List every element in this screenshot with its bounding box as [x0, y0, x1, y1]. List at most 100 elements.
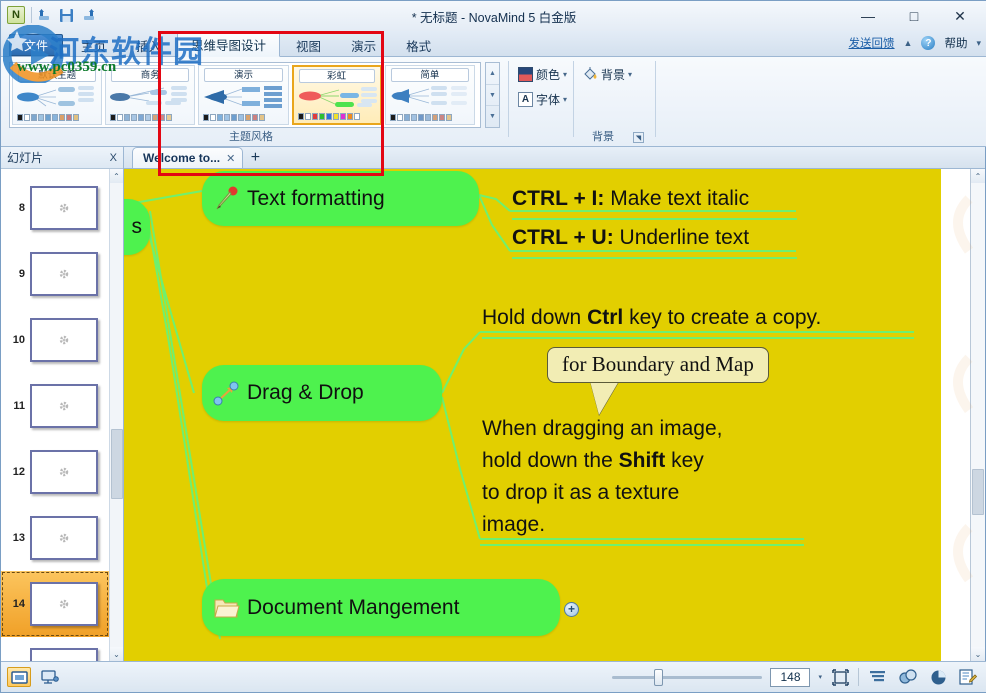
theme-gallery[interactable]: 默认主题 商务 演示 彩虹 简单 — [9, 62, 481, 128]
tab-format[interactable]: 格式 — [392, 34, 445, 57]
list-item[interactable]: 12 — [1, 439, 109, 505]
slide-thumbnail[interactable] — [30, 384, 98, 428]
document-tab-welcome[interactable]: Welcome to... ✕ — [132, 147, 244, 168]
node-text-formatting[interactable]: Text formatting — [202, 171, 479, 226]
scroll-up-icon[interactable]: ⌃ — [110, 169, 123, 183]
tab-present[interactable]: 演示 — [337, 34, 390, 57]
list-item[interactable]: 11 — [1, 373, 109, 439]
text-texture-line3[interactable]: to drop it as a texture — [482, 480, 679, 507]
chevron-down-icon[interactable]: ▾ — [563, 95, 567, 104]
file-menu-button[interactable]: 文件 — [9, 34, 63, 56]
text-ctrl-underline[interactable]: CTRL + U: Underline text — [512, 225, 749, 252]
background-button[interactable]: 背景 ▾ — [577, 63, 637, 85]
text-ctrl-italic[interactable]: CTRL + I: Make text italic — [512, 186, 749, 213]
zoom-chevron-down-icon[interactable]: ▾ — [818, 673, 822, 681]
zoom-slider-handle[interactable] — [654, 668, 664, 686]
slide-thumbnail[interactable] — [30, 516, 98, 560]
scrollbar-thumb[interactable] — [111, 429, 123, 499]
slide-thumbnail[interactable] — [30, 582, 98, 626]
font-button[interactable]: A 字体 ▾ — [513, 88, 572, 110]
slide-thumbnail[interactable] — [30, 252, 98, 296]
zoom-slider[interactable] — [612, 668, 763, 686]
gallery-scrollbar[interactable]: ▲ ▼ ▼ — [485, 62, 500, 128]
chevron-down-icon[interactable]: ▾ — [563, 70, 567, 79]
fit-to-window-button[interactable] — [830, 668, 850, 686]
text-part: Make text italic — [604, 187, 750, 210]
document-tab-close-icon[interactable]: ✕ — [226, 152, 235, 165]
slide-list[interactable]: 8 9 10 11 12 13 14 — [1, 169, 109, 661]
slide-thumbnail[interactable] — [30, 648, 98, 661]
list-item[interactable]: 15 — [1, 637, 109, 661]
minimize-button[interactable]: — — [845, 2, 891, 30]
close-button[interactable]: ✕ — [937, 2, 983, 30]
color-button[interactable]: 颜色 ▾ — [513, 63, 572, 85]
theme-name-label: 商务 — [111, 68, 190, 82]
help-icon[interactable]: ? — [921, 36, 936, 50]
color-button-label: 颜色 — [536, 67, 561, 82]
slide-number: 10 — [12, 334, 25, 346]
callout-boundary-map[interactable]: for Boundary and Map — [547, 347, 769, 383]
collapse-ribbon-icon[interactable]: ▲ — [904, 38, 913, 48]
slide-thumbnail[interactable] — [30, 318, 98, 362]
tab-insert[interactable]: 插入 — [122, 34, 175, 57]
list-item[interactable]: 13 — [1, 505, 109, 571]
help-label[interactable]: 帮助 — [944, 35, 967, 51]
slide-panel-close-icon[interactable]: X — [110, 152, 117, 164]
list-item[interactable]: 10 — [1, 307, 109, 373]
text-part-bold: CTRL + U: — [512, 226, 614, 249]
theme-preview — [16, 84, 101, 110]
status-bar: 148 ▾ — [1, 661, 986, 692]
outline-icon[interactable] — [867, 667, 889, 687]
node-drag-drop[interactable]: Drag & Drop — [202, 365, 442, 421]
theme-card-simple[interactable]: 简单 — [384, 65, 475, 125]
text-texture-line2[interactable]: hold down the Shift key — [482, 448, 704, 475]
presenter-view-button[interactable] — [38, 667, 62, 687]
zoom-value-input[interactable]: 148 — [770, 667, 811, 687]
slide-panel-scrollbar[interactable]: ⌃ ⌄ — [109, 169, 123, 661]
chevron-down-icon[interactable]: ▾ — [628, 70, 632, 79]
mindmap-canvas[interactable]: s Text formatting Drag & Drop Document M… — [124, 169, 941, 661]
scrollbar-thumb[interactable] — [972, 469, 984, 515]
maximize-button[interactable]: □ — [891, 2, 937, 30]
canvas-scrollbar[interactable]: ⌃ ⌄ — [953, 169, 985, 661]
folder-icon — [212, 594, 240, 622]
gallery-scroll-down-icon[interactable]: ▼ — [486, 85, 499, 107]
pie-chart-icon[interactable] — [927, 667, 949, 687]
scroll-down-icon[interactable]: ⌄ — [110, 647, 123, 661]
new-document-tab-button[interactable]: + — [243, 147, 267, 168]
tab-home[interactable]: 主页 — [67, 34, 120, 57]
slide-thumbnail[interactable] — [30, 186, 98, 230]
notes-icon[interactable] — [957, 667, 979, 687]
text-copy-hint[interactable]: Hold down Ctrl key to create a copy. — [482, 305, 821, 332]
list-item[interactable]: 9 — [1, 241, 109, 307]
tab-view[interactable]: 视图 — [282, 34, 335, 57]
slide-view-button[interactable] — [7, 667, 31, 687]
list-item-selected[interactable]: 14 — [1, 571, 109, 637]
node-document-management[interactable]: Document Mangement — [202, 579, 560, 636]
text-texture-line1[interactable]: When dragging an image, — [482, 416, 723, 443]
text-texture-line4[interactable]: image. — [482, 512, 545, 539]
gallery-scroll-up-icon[interactable]: ▲ — [486, 63, 499, 85]
slide-number: 8 — [18, 202, 25, 214]
node-expander-button[interactable]: + — [564, 602, 579, 617]
slide-thumbnail[interactable] — [30, 450, 98, 494]
scroll-up-icon[interactable]: ⌃ — [971, 169, 985, 183]
list-item[interactable]: 8 — [1, 175, 109, 241]
gallery-more-icon[interactable]: ▼ — [486, 106, 499, 127]
text-part: image. — [482, 513, 546, 536]
help-chevron-down-icon[interactable]: ▾ — [976, 38, 981, 49]
layers-icon[interactable] — [897, 667, 919, 687]
text-underline-bar — [512, 218, 797, 220]
theme-card-presentation[interactable]: 演示 — [198, 65, 289, 125]
tab-mindmap-design[interactable]: 思维导图设计 — [177, 31, 281, 57]
theme-card-business[interactable]: 商务 — [105, 65, 196, 125]
scroll-down-icon[interactable]: ⌄ — [971, 647, 985, 661]
send-feedback-link[interactable]: 发送回馈 — [849, 35, 895, 51]
font-icon: A — [518, 91, 533, 107]
theme-card-default[interactable]: 默认主题 — [12, 65, 103, 125]
background-dialog-launcher-icon[interactable]: ◥ — [633, 132, 644, 143]
window-controls: — □ ✕ — [845, 1, 983, 31]
theme-card-rainbow[interactable]: 彩虹 — [291, 65, 382, 125]
text-part: key to create a copy. — [623, 306, 822, 329]
view-mode-buttons — [7, 667, 62, 687]
